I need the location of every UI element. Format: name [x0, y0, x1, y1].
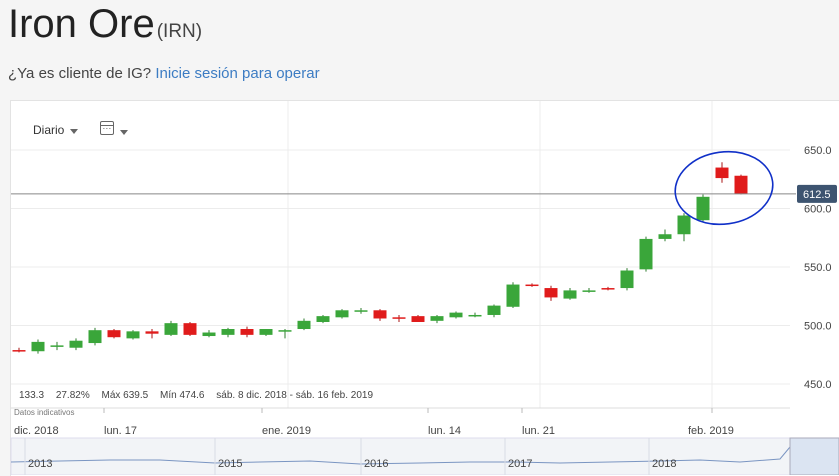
candle-down	[183, 323, 197, 335]
candle-down	[240, 329, 254, 335]
chart-stats: 133.3 27.82% Máx 639.5 Mín 474.6 sáb. 8 …	[19, 390, 382, 401]
candle-down	[373, 310, 387, 319]
stat-change-pct: 27.82%	[55, 390, 90, 401]
candlestick-chart[interactable]: 650.0 600.0 550.0 500.0 450.0 dic. 2018 lun. 1…	[0, 0, 839, 475]
candle-up	[202, 332, 216, 337]
y-tick-label: 450.0	[804, 379, 832, 391]
stat-range: sáb. 8 dic. 2018 - sáb. 16 feb. 2019	[216, 390, 374, 401]
candle-up	[468, 314, 482, 317]
y-tick-label: 650.0	[804, 145, 832, 157]
candle-up	[297, 320, 311, 330]
candle-up	[31, 341, 45, 352]
candle-down	[525, 284, 539, 287]
stat-min: Mín 474.6	[160, 390, 205, 401]
navigator-year-label: 2016	[364, 458, 388, 470]
candle-up	[696, 196, 710, 221]
candle-up	[639, 238, 653, 270]
candle-up	[677, 215, 691, 235]
x-tick-label: lun. 21	[522, 425, 555, 437]
candle-up	[69, 340, 83, 348]
candle-up	[563, 290, 577, 299]
candle-up	[354, 310, 368, 312]
candle-down	[544, 288, 558, 298]
navigator-background	[10, 437, 839, 475]
stat-max: Máx 639.5	[101, 390, 149, 401]
candle-up	[278, 330, 292, 332]
candle-up	[506, 284, 520, 307]
navigator-year-label: 2017	[508, 458, 532, 470]
current-price-label: 612.5	[803, 189, 831, 201]
candle-up	[164, 323, 178, 335]
candle-up	[50, 345, 64, 347]
x-tick-label: dic. 2018	[14, 425, 59, 437]
x-tick-label: lun. 17	[104, 425, 137, 437]
navigator-year-label: 2013	[28, 458, 52, 470]
x-tick-label: lun. 14	[428, 425, 461, 437]
candle-up	[430, 316, 444, 321]
stat-change: 133.3	[19, 390, 45, 401]
x-tick-label: ene. 2019	[262, 425, 311, 437]
candle-down	[12, 350, 26, 352]
y-tick-label: 500.0	[804, 321, 832, 333]
x-tick-label: feb. 2019	[688, 425, 734, 437]
indicative-note: Datos indicativos	[14, 408, 75, 417]
candle-up	[449, 312, 463, 318]
y-tick-label: 550.0	[804, 262, 832, 274]
candle-up	[259, 329, 273, 335]
navigator-year-label: 2018	[652, 458, 676, 470]
candle-down	[107, 330, 121, 338]
candle-up	[335, 310, 349, 318]
navigator-year-label: 2015	[218, 458, 242, 470]
candle-up	[88, 330, 102, 344]
candle-up	[126, 331, 140, 339]
candle-up	[487, 305, 501, 315]
candle-up	[316, 316, 330, 322]
y-tick-label: 600.0	[804, 204, 832, 216]
candle-down	[411, 316, 425, 322]
candle-down	[392, 317, 406, 319]
candle-down	[145, 331, 159, 334]
candle-up	[658, 234, 672, 239]
candle-down	[601, 288, 615, 290]
candle-up	[620, 270, 634, 289]
candle-up	[221, 329, 235, 335]
candle-down	[734, 175, 748, 194]
candle-up	[582, 290, 596, 292]
candle-down	[715, 167, 729, 179]
navigator-handle	[789, 437, 839, 475]
